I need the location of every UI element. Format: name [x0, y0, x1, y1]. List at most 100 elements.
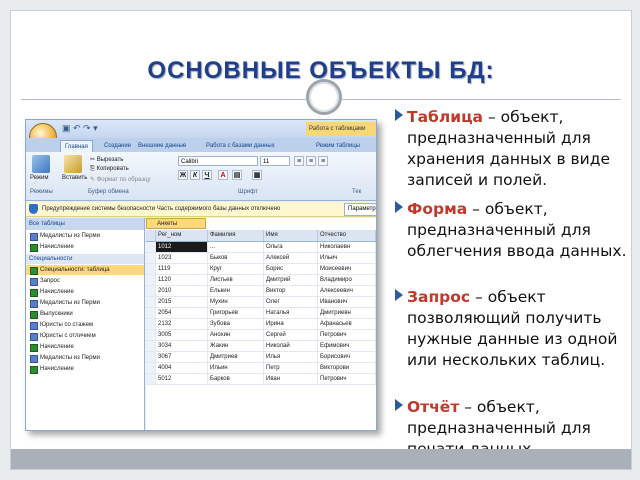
table-cell[interactable]: Борис: [264, 264, 318, 274]
table-cell[interactable]: Борисович: [318, 352, 376, 362]
table-cell[interactable]: Мухин: [208, 297, 264, 307]
nav-item[interactable]: Медалисты из Перми: [26, 231, 144, 241]
context-tab[interactable]: Работа с таблицами: [306, 122, 376, 136]
table-row[interactable]: 1012... Ольга Николаевн: [146, 242, 376, 253]
font-color-button[interactable]: A: [218, 170, 228, 180]
nav-item[interactable]: Начисление: [26, 287, 144, 297]
row-selector[interactable]: [146, 319, 156, 329]
table-cell[interactable]: Листьев: [208, 275, 264, 285]
nav-item[interactable]: Выпускники: [26, 309, 144, 319]
table-cell[interactable]: 2054: [156, 308, 208, 318]
table-cell[interactable]: Ольга: [264, 242, 318, 252]
table-cell[interactable]: Иванович: [318, 297, 376, 307]
nav-item[interactable]: Медалисты из Перми: [26, 298, 144, 308]
table-row[interactable]: 1120 Листьев Дмитрий Владимиро: [146, 275, 376, 286]
row-selector[interactable]: [146, 253, 156, 263]
table-cell[interactable]: ...: [208, 242, 264, 252]
copy-button[interactable]: ⎘ Копировать: [90, 166, 129, 173]
column-header[interactable]: Рег_ном: [156, 230, 208, 241]
table-cell[interactable]: Наталья: [264, 308, 318, 318]
row-selector[interactable]: [146, 308, 156, 318]
table-row[interactable]: 2132 Зубова Ирина Афанасьев: [146, 319, 376, 330]
table-cell[interactable]: 2010: [156, 286, 208, 296]
table-cell[interactable]: 3034: [156, 341, 208, 351]
table-cell[interactable]: Круг: [208, 264, 264, 274]
table-cell[interactable]: Илья: [264, 352, 318, 362]
table-cell[interactable]: Виктор: [264, 286, 318, 296]
table-cell[interactable]: Сергей: [264, 330, 318, 340]
table-cell[interactable]: Николаевн: [318, 242, 376, 252]
align-center-button[interactable]: ≡: [306, 156, 316, 166]
table-cell[interactable]: Алексеевич: [318, 286, 376, 296]
nav-section-header[interactable]: Специальности: [26, 254, 144, 264]
table-cell[interactable]: Николай: [264, 341, 318, 351]
paste-icon[interactable]: [64, 155, 82, 173]
nav-item[interactable]: Запрос: [26, 276, 144, 286]
column-header[interactable]: Имя: [264, 230, 318, 241]
nav-header[interactable]: Все таблицы: [26, 218, 144, 230]
table-cell[interactable]: Викторови: [318, 363, 376, 373]
table-cell[interactable]: Дмитриевн: [318, 308, 376, 318]
nav-item[interactable]: Медалисты из Перми: [26, 353, 144, 363]
table-cell[interactable]: Иван: [264, 374, 318, 384]
table-cell[interactable]: Григорьев: [208, 308, 264, 318]
row-selector[interactable]: [146, 275, 156, 285]
table-cell[interactable]: 2132: [156, 319, 208, 329]
nav-item[interactable]: Начисление: [26, 242, 144, 252]
table-cell[interactable]: Петрович: [318, 374, 376, 384]
table-cell[interactable]: Петр: [264, 363, 318, 373]
tab-external-data[interactable]: Внешние данные: [138, 140, 186, 152]
underline-button[interactable]: Ч: [202, 170, 212, 180]
table-cell[interactable]: Олег: [264, 297, 318, 307]
column-header[interactable]: Фамилия: [208, 230, 264, 241]
table-row[interactable]: 2010 Елькин Виктор Алексеевич: [146, 286, 376, 297]
table-row[interactable]: 1119 Круг Борис Моисеевич: [146, 264, 376, 275]
options-button[interactable]: Параметры...: [344, 203, 376, 216]
font-name-select[interactable]: Calibri: [178, 156, 258, 166]
italic-button[interactable]: К: [190, 170, 200, 180]
row-selector[interactable]: [146, 352, 156, 362]
table-row[interactable]: 3034 Жакин Николай Ефимович: [146, 341, 376, 352]
row-selector[interactable]: [146, 341, 156, 351]
table-cell[interactable]: 3005: [156, 330, 208, 340]
datasheet-tab[interactable]: Анкеты: [146, 218, 206, 229]
view-label[interactable]: Режим: [30, 175, 49, 181]
table-row[interactable]: 3067 Дмитриев Илья Борисович: [146, 352, 376, 363]
format-painter-button[interactable]: ✎ Формат по образцу: [90, 176, 151, 183]
cut-button[interactable]: ✂ Вырезать: [90, 156, 123, 163]
table-cell[interactable]: Быков: [208, 253, 264, 263]
font-size-select[interactable]: 11: [260, 156, 290, 166]
table-row[interactable]: 5012 Барков Иван Петрович: [146, 374, 376, 385]
nav-item[interactable]: Юристы со стажем: [26, 320, 144, 330]
table-cell[interactable]: Афанасьев: [318, 319, 376, 329]
tab-datasheet[interactable]: Режим таблицы: [316, 140, 360, 152]
nav-item[interactable]: Начисление: [26, 342, 144, 352]
table-row[interactable]: 4004 Ильин Петр Викторови: [146, 363, 376, 374]
gridlines-button[interactable]: ▦: [252, 170, 262, 180]
table-cell[interactable]: 1023: [156, 253, 208, 263]
row-selector[interactable]: [146, 264, 156, 274]
nav-item[interactable]: Начисление: [26, 364, 144, 374]
table-cell[interactable]: Анохин: [208, 330, 264, 340]
table-cell[interactable]: 5012: [156, 374, 208, 384]
row-selector[interactable]: [146, 374, 156, 384]
table-row[interactable]: 2054 Григорьев Наталья Дмитриевн: [146, 308, 376, 319]
table-cell[interactable]: 1012: [156, 242, 208, 252]
table-cell[interactable]: 1120: [156, 275, 208, 285]
table-cell[interactable]: Алексей: [264, 253, 318, 263]
fill-color-button[interactable]: ▤: [232, 170, 242, 180]
table-cell[interactable]: Зубова: [208, 319, 264, 329]
row-selector[interactable]: [146, 242, 156, 252]
row-selector[interactable]: [146, 363, 156, 373]
align-right-button[interactable]: ≡: [318, 156, 328, 166]
table-cell[interactable]: 3067: [156, 352, 208, 362]
table-cell[interactable]: Петрович: [318, 330, 376, 340]
table-cell[interactable]: Ирина: [264, 319, 318, 329]
tab-create[interactable]: Создание: [104, 140, 131, 152]
bold-button[interactable]: Ж: [178, 170, 188, 180]
paste-label[interactable]: Вставить: [62, 175, 87, 181]
table-cell[interactable]: Владимиро: [318, 275, 376, 285]
tab-database-tools[interactable]: Работа с базами данных: [206, 140, 275, 152]
table-cell[interactable]: 1119: [156, 264, 208, 274]
table-cell[interactable]: Елькин: [208, 286, 264, 296]
